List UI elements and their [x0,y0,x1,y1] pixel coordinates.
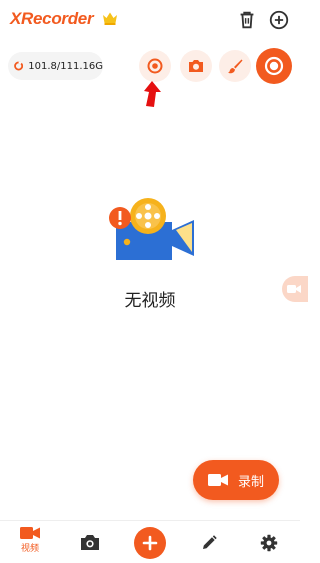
record-fab-label: 录制 [237,474,264,490]
nav-screenshots[interactable] [80,534,100,551]
app-logo: XRecorder [10,9,94,28]
add-icon [142,535,158,551]
storage-ring-icon [14,61,24,71]
brush-button[interactable] [219,50,251,82]
camera-icon [81,535,99,550]
add-circle-icon[interactable] [268,9,290,31]
nav-edit[interactable] [200,534,218,552]
camera-icon [189,60,203,72]
record-fab[interactable]: 录制 [193,460,279,500]
video-camera-icon [207,474,228,486]
nav-videos[interactable]: 视频 [16,526,44,554]
trash-icon[interactable] [236,9,258,31]
storage-indicator[interactable]: 101.8/111.16G [8,52,103,80]
record-target-icon [264,56,284,76]
empty-state-text: 无视频 [124,291,176,311]
video-icon [20,527,40,539]
video-camera-icon [287,285,301,293]
nav-videos-label: 视频 [20,544,39,554]
floating-edge-button[interactable] [282,276,308,302]
storage-text: 101.8/111.16G [28,60,103,72]
record-button[interactable] [139,50,171,82]
nav-settings[interactable] [260,534,278,552]
screenshot-button[interactable] [180,50,212,82]
pencil-icon [203,535,217,549]
video-camera-warning-icon [109,198,194,260]
record-icon [147,58,163,74]
app-screen: XRecorder 101.8/111.16G 无视频 录制 视频 [0,0,308,563]
gear-icon [260,534,278,552]
red-arrow-icon [144,81,161,107]
nav-add-button[interactable] [134,527,166,559]
main-record-button[interactable] [256,48,292,84]
crown-icon[interactable] [101,10,119,26]
app-header: XRecorder [0,0,300,42]
brush-icon [228,59,243,74]
bottom-navigation: 视频 [0,520,300,563]
